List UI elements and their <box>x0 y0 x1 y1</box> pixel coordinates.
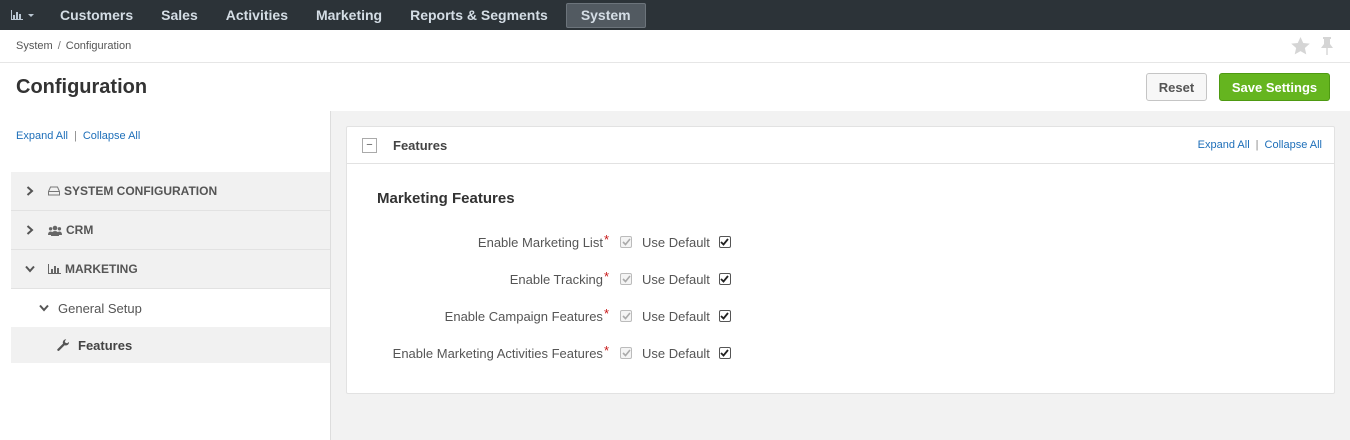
sidebar-expand-controls: Expand All | Collapse All <box>16 130 140 142</box>
tree-item-system-configuration[interactable]: SYSTEM CONFIGURATION <box>11 172 330 211</box>
enable-marketing-activities-features-checkbox[interactable] <box>620 347 632 359</box>
configuration-tree: SYSTEM CONFIGURATION CRM MARKETING Gener… <box>11 172 330 363</box>
use-default-checkbox[interactable] <box>718 347 731 359</box>
required-marker: * <box>603 268 609 284</box>
field-label: Enable Marketing Activities Features* <box>347 342 609 361</box>
configuration-sidebar: Expand All | Collapse All SYSTEM CONFIGU… <box>0 111 331 440</box>
sidebar-expand-all-link[interactable]: Expand All <box>16 130 68 142</box>
breadcrumb-configuration: Configuration <box>65 40 132 52</box>
check-icon <box>621 275 631 283</box>
nav-reports-segments[interactable]: Reports & Segments <box>396 0 562 30</box>
field-label: Enable Campaign Features* <box>347 305 609 324</box>
breadcrumb-system[interactable]: System <box>16 40 53 52</box>
nav-customers[interactable]: Customers <box>46 0 147 30</box>
tree-item-general-setup[interactable]: General Setup <box>11 289 330 327</box>
field-label-text: Enable Campaign Features <box>444 308 603 324</box>
nav-activities[interactable]: Activities <box>212 0 302 30</box>
pin-icon[interactable] <box>1320 37 1334 55</box>
page-header: Configuration Reset Save Settings <box>0 63 1350 111</box>
nav-system[interactable]: System <box>565 2 646 28</box>
divider: | <box>73 130 77 142</box>
enable-marketing-list-checkbox[interactable] <box>620 236 632 248</box>
use-default-checkbox[interactable] <box>718 310 731 322</box>
tree-item-crm[interactable]: CRM <box>11 211 330 250</box>
check-icon <box>621 312 631 320</box>
wrench-icon <box>57 338 70 352</box>
reset-button[interactable]: Reset <box>1146 73 1207 101</box>
bar-chart-icon <box>11 10 34 20</box>
tree-item-label: Features <box>78 337 133 353</box>
panel-title: Features <box>393 137 448 153</box>
check-icon <box>720 312 730 320</box>
use-default-label: Use Default <box>642 345 710 361</box>
bar-chart-icon <box>48 264 61 274</box>
page-title: Configuration <box>16 75 148 98</box>
dashboard-menu[interactable] <box>0 0 46 30</box>
chevron-right-icon <box>11 225 48 235</box>
chevron-down-icon <box>11 265 48 273</box>
tree-item-features[interactable]: Features <box>11 327 330 363</box>
field-enable-campaign-features: Enable Campaign Features* Use Default <box>347 306 947 326</box>
use-default-label: Use Default <box>642 308 710 324</box>
breadcrumb-separator: / <box>57 40 61 52</box>
nav-marketing[interactable]: Marketing <box>302 0 396 30</box>
tree-item-marketing[interactable]: MARKETING <box>11 250 330 289</box>
check-icon <box>621 238 631 246</box>
tree-item-label: MARKETING <box>65 262 138 276</box>
check-icon <box>720 349 730 357</box>
use-default-label: Use Default <box>642 234 710 250</box>
panel-header: − Features Expand All | Collapse All <box>347 127 1334 164</box>
use-default-checkbox[interactable] <box>718 236 731 248</box>
check-icon <box>720 238 730 246</box>
tree-item-label: CRM <box>66 223 94 237</box>
check-icon <box>720 275 730 283</box>
field-label-text: Enable Tracking <box>509 271 603 287</box>
panel-collapse-all-link[interactable]: Collapse All <box>1265 139 1322 151</box>
field-enable-tracking: Enable Tracking* Use Default <box>347 269 947 289</box>
divider: | <box>1255 139 1259 151</box>
check-icon <box>621 349 631 357</box>
field-label: Enable Tracking* <box>347 268 609 287</box>
field-enable-marketing-activities-features: Enable Marketing Activities Features* Us… <box>347 343 947 363</box>
page-actions <box>1291 37 1334 55</box>
top-navigation: Customers Sales Activities Marketing Rep… <box>0 0 1350 30</box>
sidebar-collapse-all-link[interactable]: Collapse All <box>83 130 140 142</box>
star-icon[interactable] <box>1291 37 1310 55</box>
tree-item-label: General Setup <box>58 300 142 316</box>
use-default-checkbox[interactable] <box>718 273 731 285</box>
nav-sales[interactable]: Sales <box>147 0 212 30</box>
hdd-icon <box>48 186 60 196</box>
chevron-down-icon <box>39 304 49 312</box>
group-icon <box>48 225 62 236</box>
collapse-toggle-icon[interactable]: − <box>362 137 377 153</box>
field-label-text: Enable Marketing List <box>477 234 603 250</box>
save-settings-button[interactable]: Save Settings <box>1219 73 1330 101</box>
section-title: Marketing Features <box>377 190 515 207</box>
required-marker: * <box>603 305 609 321</box>
panel-expand-all-link[interactable]: Expand All <box>1198 139 1250 151</box>
use-default-label: Use Default <box>642 271 710 287</box>
chevron-right-icon <box>11 186 48 196</box>
field-label-text: Enable Marketing Activities Features <box>392 345 603 361</box>
field-label: Enable Marketing List* <box>347 231 609 250</box>
panel-expand-controls: Expand All | Collapse All <box>1198 139 1322 151</box>
required-marker: * <box>603 342 609 358</box>
enable-campaign-features-checkbox[interactable] <box>620 310 632 322</box>
field-enable-marketing-list: Enable Marketing List* Use Default <box>347 232 947 252</box>
required-marker: * <box>603 231 609 247</box>
main-content: − Features Expand All | Collapse All Mar… <box>331 111 1350 440</box>
tree-item-label: SYSTEM CONFIGURATION <box>64 184 218 198</box>
enable-tracking-checkbox[interactable] <box>620 273 632 285</box>
breadcrumb: System / Configuration <box>0 30 1350 63</box>
features-panel: − Features Expand All | Collapse All Mar… <box>346 126 1335 394</box>
